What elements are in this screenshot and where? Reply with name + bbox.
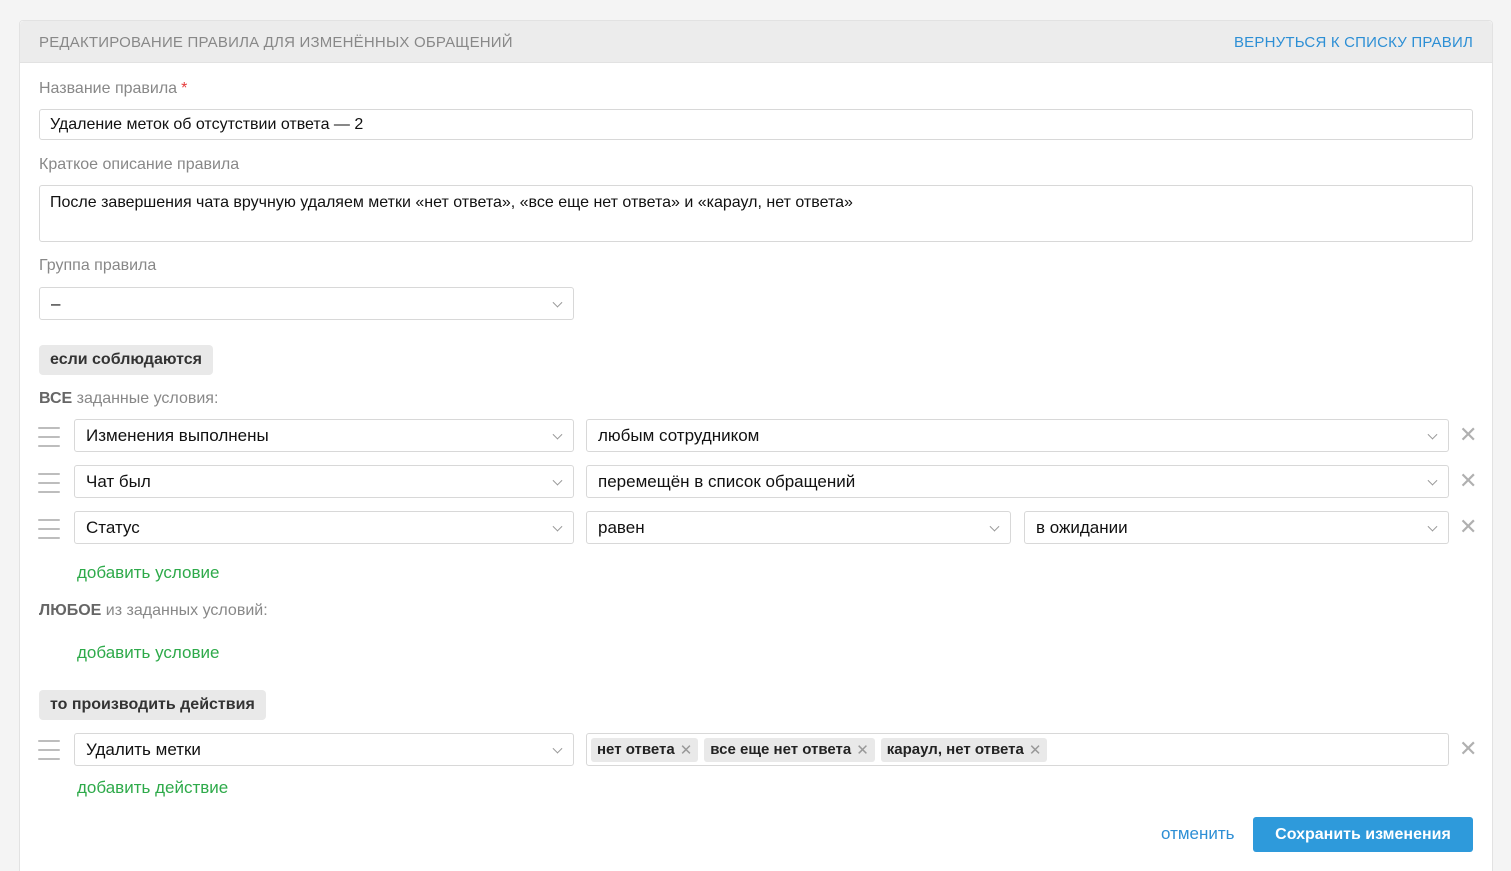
chevron-down-icon — [1427, 429, 1438, 440]
cancel-link[interactable]: отменить — [1161, 824, 1235, 844]
close-icon[interactable]: ✕ — [1459, 516, 1477, 538]
drag-handle-icon[interactable] — [38, 473, 60, 493]
condition-field-value: Статус — [86, 517, 140, 537]
close-icon[interactable]: ✕ — [680, 741, 693, 759]
condition-value-select[interactable]: в ожидании — [1024, 511, 1449, 544]
rule-description-textarea[interactable]: После завершения чата вручную удаляем ме… — [39, 185, 1473, 242]
chevron-down-icon — [1427, 521, 1438, 532]
back-to-rules-link[interactable]: ВЕРНУТЬСЯ К СПИСКУ ПРАВИЛ — [1234, 34, 1473, 51]
panel-header: РЕДАКТИРОВАНИЕ ПРАВИЛА ДЛЯ ИЗМЕНЁННЫХ ОБ… — [20, 21, 1492, 63]
tag-chip: караул, нет ответа ✕ — [880, 737, 1048, 762]
condition-field-select[interactable]: Чат был — [74, 465, 574, 498]
condition-operator-value: равен — [598, 517, 645, 537]
condition-operator-select[interactable]: равен — [586, 511, 1011, 544]
close-icon[interactable]: ✕ — [1459, 470, 1477, 492]
chevron-down-icon — [989, 521, 1000, 532]
drag-handle-icon[interactable] — [38, 740, 60, 760]
rule-group-value: – — [51, 293, 61, 313]
tag-chip: нет ответа ✕ — [591, 737, 699, 762]
rule-name-value: Удаление меток об отсутствии ответа — 2 — [50, 115, 364, 133]
close-icon[interactable]: ✕ — [1459, 424, 1477, 446]
add-action-link[interactable]: добавить действие — [77, 778, 228, 798]
any-conditions-heading-rest: из заданных условий: — [101, 602, 268, 619]
add-any-condition-link[interactable]: добавить условие — [77, 643, 219, 663]
all-conditions-heading-bold: ВСЕ — [39, 390, 73, 407]
add-all-condition-link[interactable]: добавить условие — [77, 563, 219, 583]
condition-field-select[interactable]: Изменения выполнены — [74, 419, 574, 452]
rule-name-label-text: Название правила — [39, 80, 178, 97]
close-icon[interactable]: ✕ — [1029, 741, 1042, 759]
condition-field-value: Изменения выполнены — [86, 425, 269, 445]
rule-group-select[interactable]: – — [39, 287, 574, 320]
condition-operator-value: любым сотрудником — [598, 425, 760, 445]
all-conditions-heading: ВСЕ заданные условия: — [39, 390, 218, 408]
tag-label: все еще нет ответа — [710, 741, 852, 758]
condition-field-value: Чат был — [86, 471, 151, 491]
tag-chip: все еще нет ответа ✕ — [704, 737, 875, 762]
any-conditions-heading: ЛЮБОЕ из заданных условий: — [39, 602, 268, 620]
tag-label: караул, нет ответа — [886, 741, 1024, 758]
condition-operator-select[interactable]: любым сотрудником — [586, 419, 1449, 452]
any-conditions-heading-bold: ЛЮБОЕ — [39, 602, 102, 619]
action-select[interactable]: Удалить метки — [74, 733, 574, 766]
close-icon[interactable]: ✕ — [1459, 738, 1477, 760]
action-value: Удалить метки — [86, 739, 201, 759]
rule-description-value: После завершения чата вручную удаляем ме… — [50, 194, 853, 211]
chevron-down-icon — [552, 429, 563, 440]
condition-field-select[interactable]: Статус — [74, 511, 574, 544]
chevron-down-icon — [1427, 475, 1438, 486]
rule-group-label: Группа правила — [39, 257, 157, 274]
tag-label: нет ответа — [597, 741, 675, 758]
page-title: РЕДАКТИРОВАНИЕ ПРАВИЛА ДЛЯ ИЗМЕНЁННЫХ ОБ… — [39, 34, 513, 51]
close-icon[interactable]: ✕ — [856, 741, 869, 759]
actions-section-pill: то производить действия — [39, 690, 266, 720]
chevron-down-icon — [552, 521, 563, 532]
chevron-down-icon — [552, 475, 563, 486]
required-mark: * — [181, 80, 188, 97]
chevron-down-icon — [552, 297, 563, 308]
conditions-section-pill: если соблюдаются — [39, 345, 213, 375]
tags-input[interactable]: нет ответа ✕ все еще нет ответа ✕ караул… — [586, 733, 1449, 766]
rule-description-label: Краткое описание правила — [39, 156, 240, 173]
rule-name-label: Название правила * — [39, 80, 187, 98]
condition-value: в ожидании — [1036, 517, 1128, 537]
all-conditions-heading-rest: заданные условия: — [72, 390, 219, 407]
chevron-down-icon — [552, 743, 563, 754]
condition-operator-value: перемещён в список обращений — [598, 471, 856, 491]
drag-handle-icon[interactable] — [38, 519, 60, 539]
save-button[interactable]: Сохранить изменения — [1253, 817, 1473, 852]
rule-name-input[interactable]: Удаление меток об отсутствии ответа — 2 — [39, 109, 1473, 140]
drag-handle-icon[interactable] — [38, 427, 60, 447]
condition-operator-select[interactable]: перемещён в список обращений — [586, 465, 1449, 498]
